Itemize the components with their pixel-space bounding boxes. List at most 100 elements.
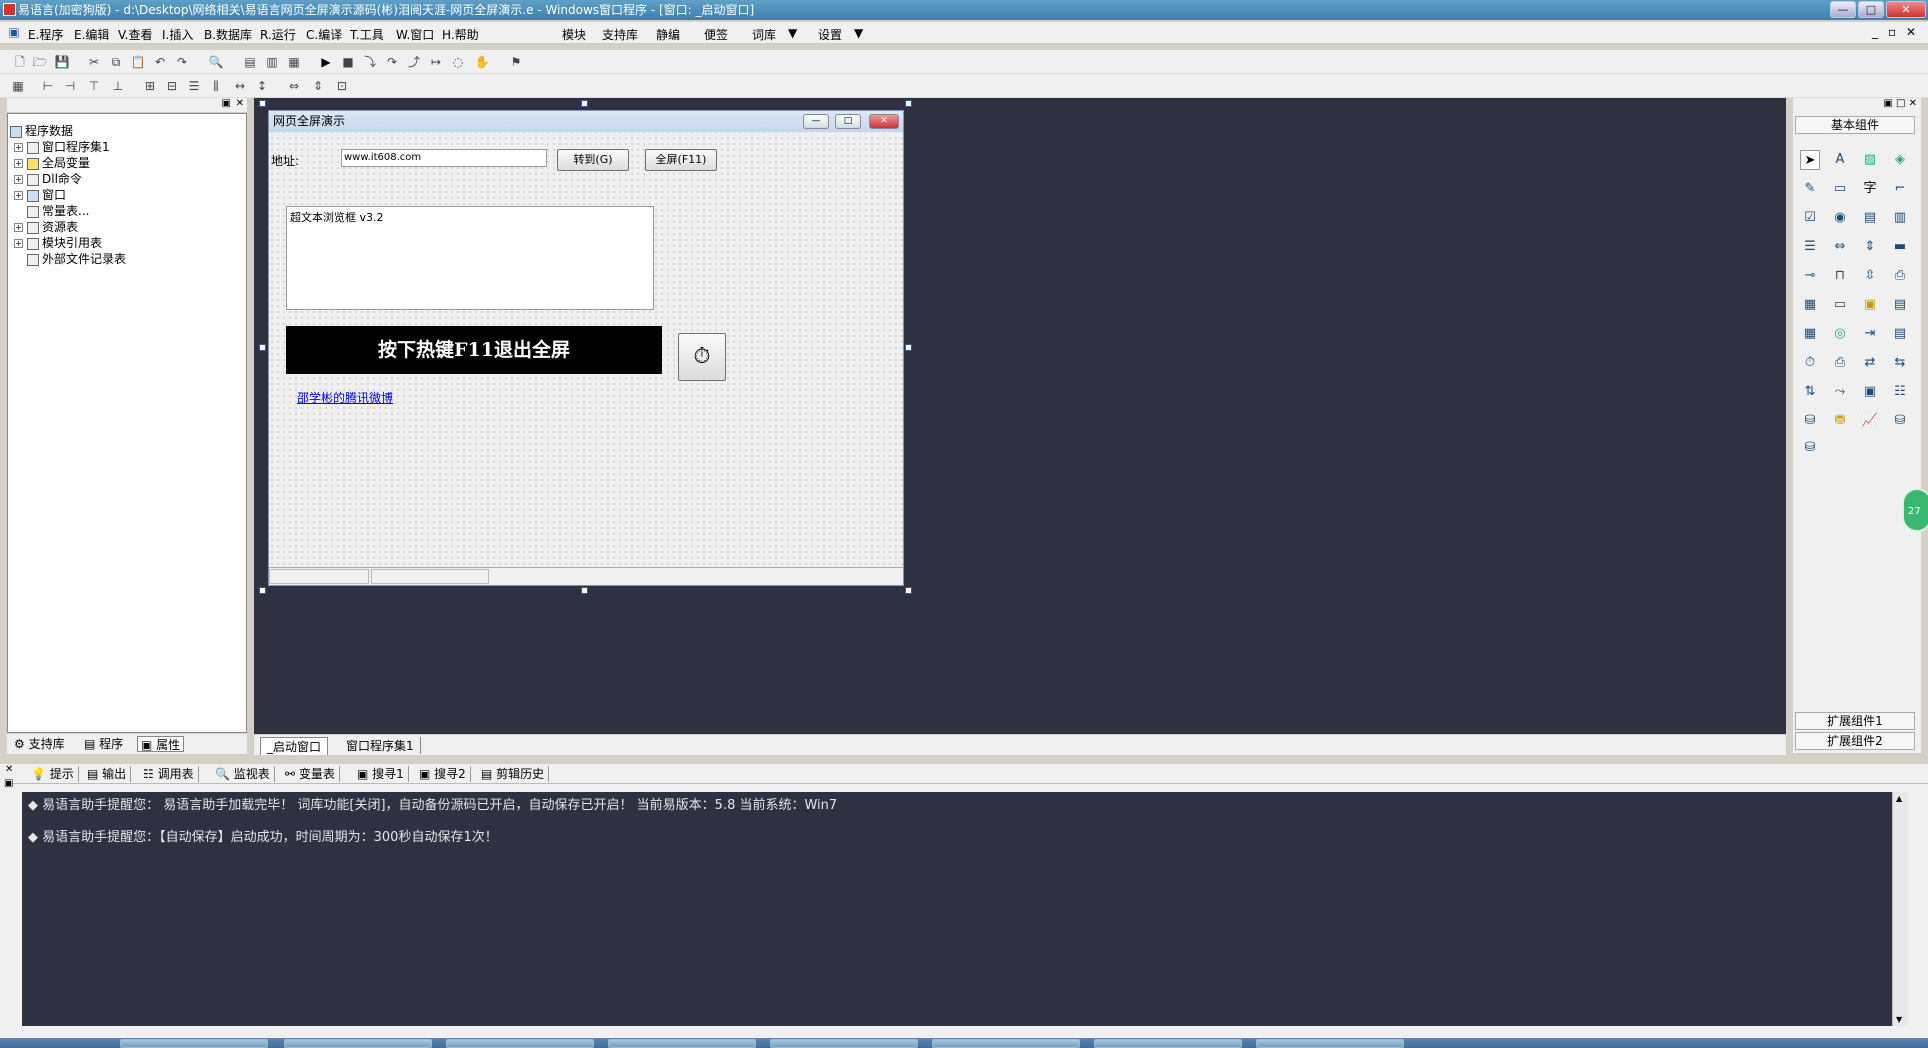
step-into-icon[interactable]: ⤵ [362,54,378,70]
resize-handle-b[interactable] [581,587,588,594]
expand-icon[interactable]: + [14,191,23,200]
resize-handle-l[interactable] [259,344,266,351]
window-control-icon[interactable]: ▣ [1860,382,1880,402]
resize-handle-bl[interactable] [259,587,266,594]
timer-icon[interactable]: ⏱ [678,333,726,381]
tree-item-window[interactable]: + 窗口 [14,186,66,203]
align-right-icon[interactable]: ⊣ [62,78,78,94]
tab-assembly[interactable]: 窗口程序集1 [340,737,421,754]
splitter-icon[interactable]: ⇥ [1860,324,1880,344]
open-file-icon[interactable]: 🗁 [32,54,48,70]
run-to-cursor-icon[interactable]: ↦ [428,54,444,70]
tree-item-external-files[interactable]: 外部文件记录表 [27,250,126,267]
tree-item-resources[interactable]: + 资源表 [14,218,78,235]
menu-lexicon[interactable]: 词库 [752,26,776,43]
taskbar-item[interactable] [1256,1039,1404,1048]
print-icon[interactable]: ⎙ [1830,353,1850,373]
scroll-up-icon[interactable]: ▲ [1896,794,1902,803]
tree-root[interactable]: 程序数据 [10,122,73,139]
settings-dropdown-icon[interactable]: ▼ [854,26,863,40]
save-icon[interactable]: 💾 [54,54,70,70]
output-console[interactable]: ◆ 易语言助手提醒您： 易语言助手加载完毕！ 词库功能[关闭]，自动备份源码已开… [22,792,1892,1026]
output-scrollbar[interactable]: ▲ ▼ [1892,792,1908,1026]
client-icon[interactable]: ⇄ [1860,353,1880,373]
palette-pin-icon[interactable]: ▣ [1883,98,1892,109]
palette-extension1[interactable]: 扩展组件1 [1795,712,1915,730]
tab-output[interactable]: ▤ 输出 [83,766,132,782]
data-source-icon[interactable]: ⛃ [1830,411,1850,431]
helper-icon[interactable]: ⚑ [508,54,524,70]
menu-help[interactable]: H.帮助 [442,26,479,43]
odbc-db-icon[interactable]: ⛁ [1890,411,1910,431]
menu-settings[interactable]: 设置 [818,26,842,43]
resize-handle-br[interactable] [905,587,912,594]
port-icon[interactable]: ⇅ [1800,382,1820,402]
tab-program[interactable]: ▤ 程序 [81,736,126,752]
chart-icon[interactable]: 📈 [1860,411,1880,431]
table-icon[interactable]: ▦ [1800,295,1820,315]
expand-icon[interactable]: + [14,175,23,184]
html-browser[interactable]: 超文本浏览框 v3.2 [286,206,654,310]
close-button[interactable]: ✕ [1886,1,1926,18]
same-size-icon[interactable]: ⇔ [286,78,302,94]
radio-icon[interactable]: ◉ [1830,208,1850,228]
picture-box-icon[interactable]: ▨ [1860,150,1880,170]
progress-icon[interactable]: ▬ [1890,237,1910,257]
menu-edit[interactable]: E.编辑 [74,26,109,43]
same-height-icon[interactable]: ↕ [254,78,270,94]
menu-window[interactable]: W.窗口 [396,26,434,43]
step-out-icon[interactable]: ⤴ [406,54,422,70]
redo-icon[interactable]: ↷ [174,54,190,70]
expand-icon[interactable]: + [14,159,23,168]
tree-item-modules[interactable]: + 模块引用表 [14,234,102,251]
checkbox-icon[interactable]: ☑ [1800,208,1820,228]
taskbar-item[interactable] [608,1039,756,1048]
new-file-icon[interactable]: 🗋 [12,54,28,70]
align-top-icon[interactable]: ⊤ [86,78,102,94]
layout1-icon[interactable]: ▤ [242,54,258,70]
address-input[interactable]: www.it608.com [341,149,547,167]
designed-form[interactable]: 网页全屏演示 — □ ✕ 地址: www.it608.com 转到(G) 全屏(… [268,110,904,586]
taskbar-item[interactable] [120,1039,268,1048]
label-icon[interactable]: A [1830,150,1850,170]
menu-support-lib[interactable]: 支持库 [602,26,638,43]
layout2-icon[interactable]: ▥ [264,54,280,70]
resize-handle-r[interactable] [905,344,912,351]
server-icon[interactable]: ⇆ [1890,353,1910,373]
palette-extension2[interactable]: 扩展组件2 [1795,732,1915,750]
goto-button[interactable]: 转到(G) [557,149,629,171]
weibo-link[interactable]: 邵学彬的腾讯微博 [297,389,393,406]
menu-program[interactable]: E.程序 [28,26,63,43]
size-v-icon[interactable]: ⇕ [310,78,326,94]
tab-clip-history[interactable]: ▤ 剪辑历史 [477,766,550,782]
align-bottom-icon[interactable]: ⊥ [110,78,126,94]
minimize-button[interactable]: — [1830,1,1856,18]
tab-watch[interactable]: 🔍 监视表 [211,766,275,782]
hscroll-icon[interactable]: ⇔ [1830,237,1850,257]
tree-item-dll[interactable]: + Dll命令 [14,170,82,187]
palette-basic-header[interactable]: 基本组件 [1795,116,1915,134]
group-box-icon[interactable]: ▭ [1830,179,1850,199]
grid-icon[interactable]: ▦ [10,78,26,94]
tree-item-assembly[interactable]: + 窗口程序集1 [14,138,110,155]
taskbar-item[interactable] [1094,1039,1242,1048]
expand-icon[interactable]: + [14,223,23,232]
size-both-icon[interactable]: ⊡ [334,78,350,94]
menu-tools[interactable]: T.工具 [350,26,384,43]
menu-module[interactable]: 模块 [562,26,586,43]
menu-view[interactable]: V.查看 [118,26,152,43]
stop-icon[interactable]: ■ [340,54,356,70]
taskbar-item[interactable] [770,1039,918,1048]
db-list-icon[interactable]: ☷ [1890,382,1910,402]
text-icon[interactable]: 字 [1860,179,1880,199]
tab-properties[interactable]: ▣ 属性 [137,736,185,752]
copy-icon[interactable]: ⧉ [108,54,124,70]
pin-icon[interactable]: ▣ [222,98,231,109]
vscroll-icon[interactable]: ⇕ [1860,237,1880,257]
align-left-icon[interactable]: ⊢ [40,78,56,94]
helper-badge[interactable]: 27 [1902,488,1928,532]
image-list-icon[interactable]: ▣ [1860,295,1880,315]
menu-compile[interactable]: C.编译 [306,26,342,43]
output-close-icon[interactable]: ✕ [5,764,13,775]
taskbar-item[interactable] [932,1039,1080,1048]
